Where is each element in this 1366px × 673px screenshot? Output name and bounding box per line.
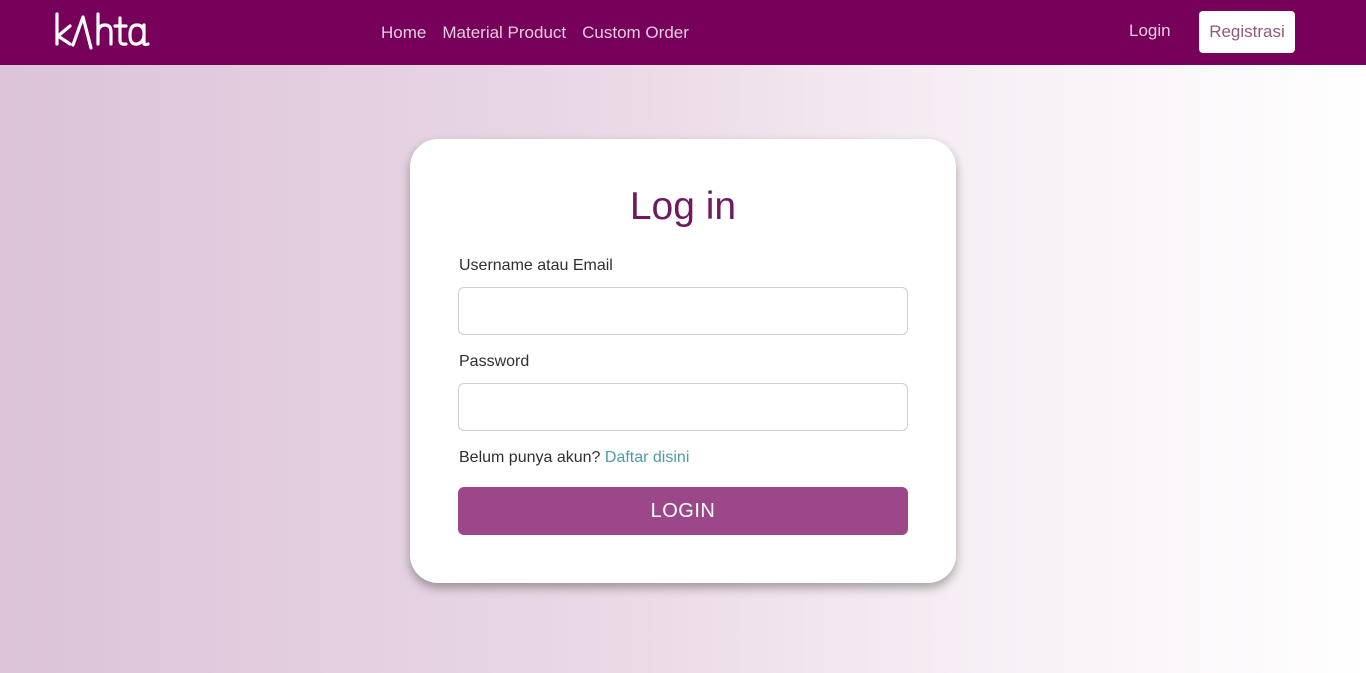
login-card: Log in Username atau Email Password Belu…	[410, 139, 956, 583]
nav-link-home[interactable]: Home	[381, 23, 426, 43]
nav-register-button[interactable]: Registrasi	[1199, 11, 1295, 53]
login-button[interactable]: LOGIN	[458, 487, 908, 535]
signup-prompt: Belum punya akun?	[459, 449, 601, 466]
nav-login-link[interactable]: Login	[1129, 0, 1171, 62]
nav-link-custom-order[interactable]: Custom Order	[582, 23, 689, 43]
signup-link[interactable]: Daftar disini	[605, 449, 689, 466]
username-label: Username atau Email	[459, 257, 613, 274]
signup-row: Belum punya akun? Daftar disini	[459, 449, 689, 467]
navbar: Home Material Product Custom Order Login…	[0, 0, 1366, 65]
login-title: Log in	[629, 185, 737, 228]
nav-link-material-product[interactable]: Material Product	[442, 23, 566, 43]
password-label: Password	[459, 353, 530, 370]
kahta-logo[interactable]	[54, 10, 158, 54]
main-nav: Home Material Product Custom Order	[381, 0, 689, 65]
password-input[interactable]	[458, 383, 908, 431]
username-input[interactable]	[458, 287, 908, 335]
